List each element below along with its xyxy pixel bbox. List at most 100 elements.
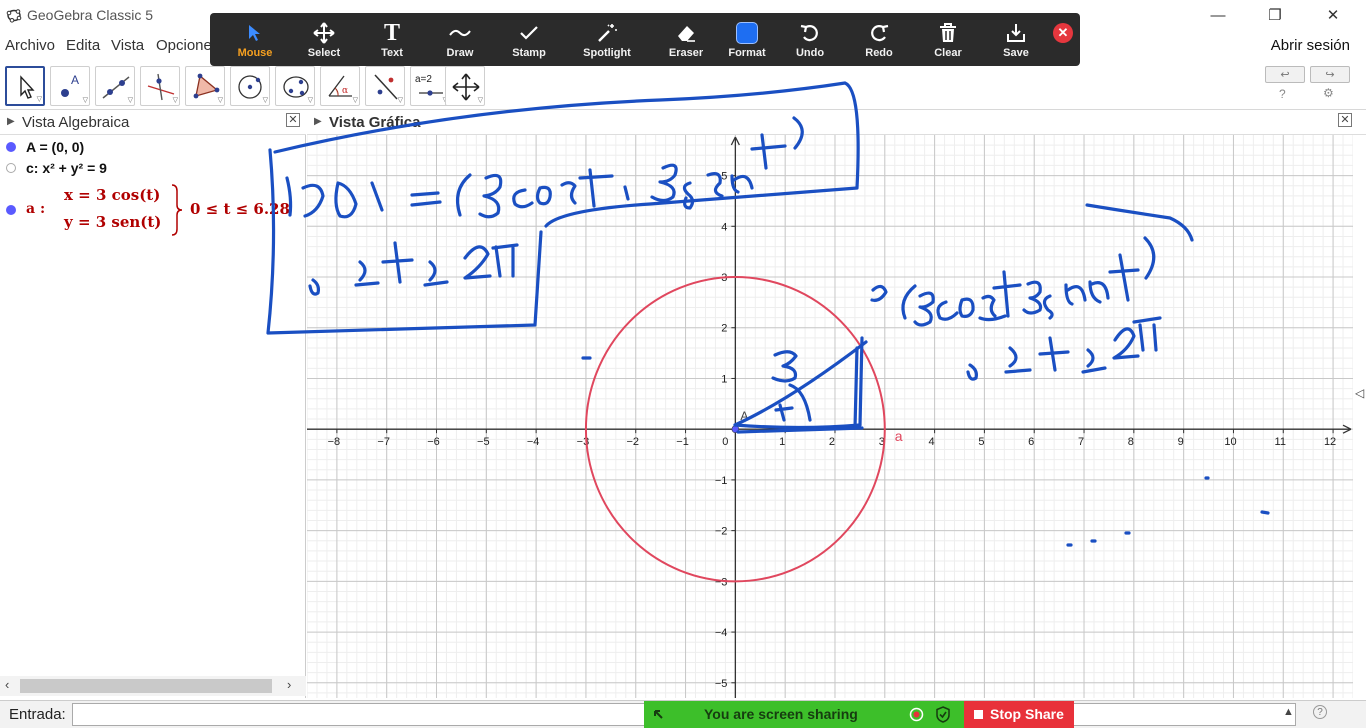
curve-x-equation: x = 3 cos(t) bbox=[64, 186, 161, 204]
move-icon bbox=[313, 22, 335, 44]
annotate-mouse-button[interactable]: Mouse bbox=[223, 13, 287, 66]
input-help-icon[interactable]: ? bbox=[1313, 705, 1327, 719]
menu-vista[interactable]: Vista bbox=[111, 37, 144, 54]
annotate-spotlight-button[interactable]: Spotlight bbox=[575, 13, 639, 66]
conic-icon bbox=[283, 76, 309, 98]
x-tick-label: 2 bbox=[829, 436, 835, 448]
collapse-arrow-icon[interactable]: ▶ bbox=[7, 116, 15, 127]
annotation-toolbar: Mouse Select T Text Draw Stamp Spotlight… bbox=[210, 13, 1080, 66]
text-icon: T bbox=[383, 19, 400, 46]
annotate-clear-button[interactable]: Clear bbox=[916, 13, 980, 66]
y-tick-label: −4 bbox=[715, 627, 728, 639]
x-tick-label: 12 bbox=[1324, 436, 1336, 448]
maximize-button[interactable]: ❐ bbox=[1253, 0, 1297, 30]
shield-icon bbox=[936, 706, 950, 723]
x-tick-label: 10 bbox=[1224, 436, 1236, 448]
y-tick-label: 1 bbox=[721, 373, 727, 385]
tool-bar: ▽ A ▽ ▽ ▽ ▽ ▽ ▽ α ▽ ▽ a=2 ▽ ↩ ↪ ? ⚙ bbox=[0, 62, 1366, 110]
menu-edita[interactable]: Edita bbox=[66, 37, 100, 54]
side-panel-toggle-icon[interactable]: ◁ bbox=[1355, 386, 1364, 400]
curve-name[interactable]: a : bbox=[26, 201, 45, 217]
y-tick-label: −1 bbox=[715, 475, 728, 487]
geogebra-window: GeoGebra Classic 5 — ❐ ✕ Archivo Edita V… bbox=[0, 0, 1366, 728]
close-graphics-view-button[interactable]: ✕ bbox=[1338, 113, 1352, 127]
annotate-eraser-button[interactable]: Eraser bbox=[654, 13, 718, 66]
annotate-text-button[interactable]: T Text bbox=[360, 13, 424, 66]
geogebra-logo-icon bbox=[6, 9, 22, 23]
curve-a-label: a bbox=[895, 428, 903, 444]
slider-tool[interactable]: a=2 ▽ bbox=[410, 66, 450, 106]
help-icon[interactable]: ? bbox=[1279, 87, 1286, 101]
annotate-stamp-button[interactable]: Stamp bbox=[497, 13, 561, 66]
reflect-tool[interactable]: ▽ bbox=[365, 66, 405, 106]
menu-opciones[interactable]: Opcione bbox=[156, 37, 212, 54]
x-tick-label: 5 bbox=[978, 436, 984, 448]
line-icon bbox=[102, 76, 130, 99]
share-arrow-icon bbox=[654, 710, 663, 719]
curly-brace-icon bbox=[171, 184, 183, 236]
visibility-toggle-c[interactable] bbox=[6, 163, 16, 173]
scrollbar-thumb[interactable] bbox=[20, 679, 272, 693]
close-icon: ✕ bbox=[1057, 25, 1069, 40]
redo-button[interactable]: ↪ bbox=[1310, 66, 1350, 83]
perpendicular-tool[interactable]: ▽ bbox=[140, 66, 180, 106]
circle-icon bbox=[238, 75, 262, 99]
annotate-select-button[interactable]: Select bbox=[292, 13, 356, 66]
x-tick-label: −4 bbox=[527, 436, 540, 448]
annotate-undo-button[interactable]: Undo bbox=[778, 13, 842, 66]
visibility-toggle-A[interactable] bbox=[6, 142, 16, 152]
graphics-canvas[interactable]: −8 −7 −6 −5 −4 −3 −2 −1 0 1 2 3 4 5 6 7 8 9 10 11 12−5−4−3−2… bbox=[307, 135, 1353, 698]
point-tool[interactable]: A ▽ bbox=[50, 66, 90, 106]
y-tick-label: 4 bbox=[721, 221, 727, 233]
close-annotation-button[interactable]: ✕ bbox=[1053, 23, 1073, 43]
annotate-redo-button[interactable]: Redo bbox=[847, 13, 911, 66]
move-tool[interactable]: ▽ bbox=[5, 66, 45, 106]
visibility-toggle-a[interactable] bbox=[6, 205, 16, 215]
stop-square-icon bbox=[974, 710, 983, 719]
algebra-view-title: Vista Algebraica bbox=[22, 114, 130, 131]
scroll-left-icon[interactable]: ‹ bbox=[5, 677, 9, 692]
angle-tool[interactable]: α ▽ bbox=[320, 66, 360, 106]
x-tick-label: −1 bbox=[676, 436, 689, 448]
circle-tool[interactable]: ▽ bbox=[230, 66, 270, 106]
conic-tool[interactable]: ▽ bbox=[275, 66, 315, 106]
screen-sharing-bar: You are screen sharing bbox=[644, 701, 964, 728]
x-tick-label: −5 bbox=[477, 436, 490, 448]
algebra-horizontal-scrollbar[interactable]: ‹ › bbox=[0, 676, 306, 696]
x-tick-label: −8 bbox=[328, 436, 341, 448]
undo-button[interactable]: ↩ bbox=[1265, 66, 1305, 83]
gear-icon[interactable]: ⚙ bbox=[1323, 86, 1334, 100]
collapse-arrow-icon[interactable]: ▶ bbox=[314, 116, 322, 127]
algebra-item-point-A[interactable]: A = (0, 0) bbox=[26, 139, 84, 155]
polygon-icon bbox=[193, 73, 220, 99]
move-view-tool[interactable]: ▽ bbox=[445, 66, 485, 106]
scroll-right-icon[interactable]: › bbox=[287, 677, 291, 692]
algebra-item-circle-c[interactable]: c: x² + y² = 9 bbox=[26, 160, 107, 176]
login-link[interactable]: Abrir sesión bbox=[1271, 37, 1350, 54]
annotate-save-button[interactable]: Save bbox=[984, 13, 1048, 66]
x-tick-label: −6 bbox=[427, 436, 440, 448]
close-window-button[interactable]: ✕ bbox=[1311, 0, 1355, 30]
menu-archivo[interactable]: Archivo bbox=[5, 37, 55, 54]
graphics-view-header: ▶ Vista Gráfica ✕ bbox=[307, 111, 1366, 135]
perpendicular-icon bbox=[147, 73, 175, 101]
trash-icon bbox=[940, 23, 956, 42]
pointer-icon bbox=[249, 25, 260, 41]
close-algebra-view-button[interactable]: ✕ bbox=[286, 113, 300, 127]
polygon-tool[interactable]: ▽ bbox=[185, 66, 225, 106]
x-tick-label: 6 bbox=[1028, 436, 1034, 448]
annotate-format-button[interactable]: Format bbox=[715, 13, 779, 66]
x-tick-label: −7 bbox=[377, 436, 390, 448]
y-tick-label: 5 bbox=[721, 171, 727, 183]
save-icon bbox=[1007, 24, 1025, 42]
line-tool[interactable]: ▽ bbox=[95, 66, 135, 106]
x-tick-label: 0 bbox=[722, 436, 728, 448]
minimize-button[interactable]: — bbox=[1196, 0, 1240, 30]
curve-y-equation: y = 3 sen(t) bbox=[64, 213, 162, 231]
x-tick-label: 1 bbox=[779, 436, 785, 448]
stop-share-button[interactable]: Stop Share bbox=[964, 701, 1074, 728]
svg-text:α: α bbox=[342, 86, 348, 96]
input-dropdown-icon[interactable]: ▲ bbox=[1283, 706, 1294, 718]
window-title: GeoGebra Classic 5 bbox=[27, 7, 154, 23]
annotate-draw-button[interactable]: Draw bbox=[428, 13, 492, 66]
